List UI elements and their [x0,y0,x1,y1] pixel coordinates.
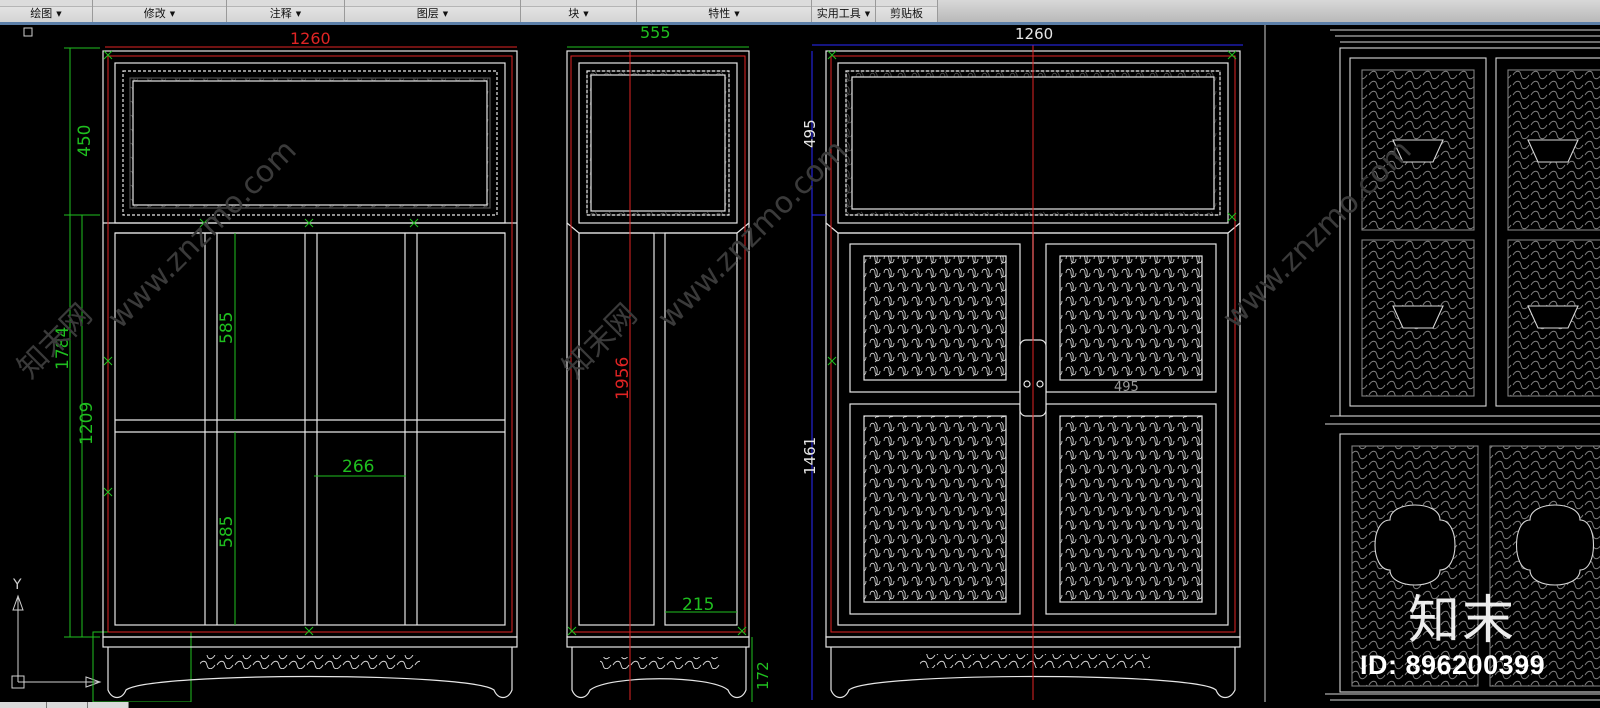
dim-doors-top: 495 [801,119,819,148]
chevron-down-icon: ▼ [295,10,302,18]
panel-modify-label: 修改 [143,7,166,20]
layout-tabs-bar [0,702,1600,708]
ribbon-bar: 绘图 ▼ 修改 ▼ 注释 ▼ 图层 ▼ 块 ▼ 特性 ▼ 实用工具 ▼ 剪贴板 [0,0,1600,22]
ucs-y-label: Y [12,577,22,593]
chevron-down-icon: ▼ [734,10,740,18]
dim-side-depth: 215 [682,595,714,615]
panel-block-label: 块 [568,7,580,20]
dim-shelf-spacing: 266 [342,457,374,477]
dim-side-base: 172 [754,661,772,690]
chevron-down-icon: ▼ [56,10,62,18]
chevron-down-icon: ▼ [442,10,449,18]
dim-front-width: 1260 [290,29,331,48]
brand-logo: 知末 [1408,591,1517,651]
panel-draw-label: 绘图 [30,7,53,20]
panel-draw[interactable]: 绘图 ▼ [0,0,93,22]
panel-annotate-label: 注释 [269,7,292,20]
chevron-down-icon: ▼ [864,10,871,18]
ribbon-empty-area [938,0,1600,22]
panel-layers-label: 图层 [416,7,439,20]
drawing-canvas[interactable]: Y 1260 450 1784 1209 585 585 266 555 195… [0,25,1600,702]
dim-shelf-upper: 585 [217,312,237,344]
doors-elevation: 1260 495 1461 495 [801,25,1243,700]
panel-properties-label: 特性 [708,7,731,20]
panel-layers[interactable]: 图层 ▼ [345,0,521,22]
dim-front-body: 1209 [77,402,97,445]
watermark-brand-1: 知末网 [11,297,99,385]
panel-block[interactable]: 块 ▼ [521,0,637,22]
ribbon-panels: 绘图 ▼ 修改 ▼ 注释 ▼ 图层 ▼ 块 ▼ 特性 ▼ 实用工具 ▼ 剪贴板 [0,0,938,22]
dim-side-width: 555 [640,25,671,42]
tab-layout1[interactable] [47,702,88,708]
chevron-down-icon: ▼ [583,10,589,18]
panel-properties[interactable]: 特性 ▼ [637,0,812,22]
dim-shelf-lower: 585 [217,516,237,548]
panel-utilities-label: 实用工具 [816,7,861,20]
dim-doors-panel: 495 [1114,380,1139,395]
dim-side-height: 1956 [613,357,633,400]
dim-doors-body: 1461 [801,437,819,475]
tab-model[interactable] [0,702,47,708]
dim-front-top: 450 [75,125,95,157]
panel-clipboard-label: 剪贴板 [890,7,923,20]
panel-utilities[interactable]: 实用工具 ▼ [812,0,876,22]
panel-annotate[interactable]: 注释 ▼ [227,0,345,22]
tab-layout2[interactable] [88,702,129,708]
asset-id-label: ID: 896200399 [1360,650,1546,680]
chevron-down-icon: ▼ [169,10,176,18]
panel-clipboard[interactable]: 剪贴板 [876,0,938,22]
front-elevation: 1260 450 1784 1209 585 585 266 [53,29,518,699]
panel-modify[interactable]: 修改 ▼ [93,0,227,22]
dim-doors-width: 1260 [1015,25,1053,43]
